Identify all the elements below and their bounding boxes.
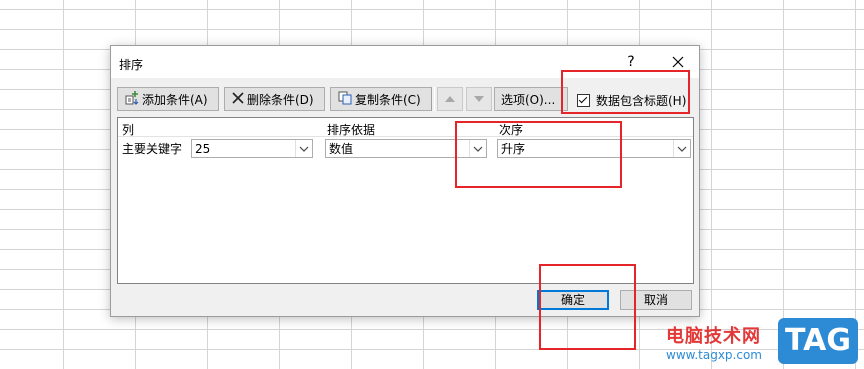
triangle-up-icon xyxy=(445,96,455,102)
header-divider xyxy=(118,136,693,137)
add-condition-icon xyxy=(124,90,140,109)
copy-condition-label: 复制条件(C) xyxy=(355,92,421,107)
cancel-button[interactable]: 取消 xyxy=(620,290,692,310)
sort-criteria-grid: 列 排序依据 次序 主要关键字 25 数值 升序 xyxy=(117,117,694,284)
options-label: 选项(O)... xyxy=(501,92,556,107)
delete-condition-button[interactable]: 删除条件(D) xyxy=(224,87,325,111)
triangle-down-icon xyxy=(474,96,484,102)
has-headers-option[interactable]: 数据包含标题(H) xyxy=(577,90,686,110)
order-select-dropdown[interactable] xyxy=(673,140,690,157)
chevron-down-icon xyxy=(677,146,687,152)
add-condition-label: 添加条件(A) xyxy=(142,92,208,107)
tag-logo: TAG xyxy=(778,318,858,364)
watermark-site-name: 电脑技术网 xyxy=(666,326,761,347)
has-headers-label: 数据包含标题(H) xyxy=(596,93,687,108)
ok-button[interactable]: 确定 xyxy=(537,290,609,310)
toolbar-separator xyxy=(431,87,435,111)
column-select-value: 25 xyxy=(195,142,211,156)
sort-on-select-value: 数值 xyxy=(329,142,354,156)
copy-icon xyxy=(337,90,353,109)
delete-icon xyxy=(231,91,245,108)
chevron-down-icon xyxy=(299,146,309,152)
delete-condition-label: 删除条件(D) xyxy=(247,92,314,107)
sort-on-select-dropdown[interactable] xyxy=(469,140,486,157)
close-icon xyxy=(672,56,684,68)
move-up-button[interactable] xyxy=(437,87,463,111)
watermark-url: www.tagxp.com xyxy=(666,348,762,362)
move-down-button[interactable] xyxy=(466,87,492,111)
help-button[interactable]: ? xyxy=(621,51,641,73)
has-headers-checkbox[interactable] xyxy=(577,93,590,107)
sort-on-select[interactable]: 数值 xyxy=(325,139,487,158)
order-select-value: 升序 xyxy=(501,142,526,156)
add-condition-button[interactable]: 添加条件(A) xyxy=(117,87,219,111)
copy-condition-button[interactable]: 复制条件(C) xyxy=(330,87,432,111)
title-bar: 排序 ? xyxy=(111,46,699,78)
options-button[interactable]: 选项(O)... xyxy=(494,87,568,111)
sort-dialog: 排序 ? 添加条件(A) 删除条件(D) 复制条件(C) 选项(O)... 数据… xyxy=(110,45,700,317)
close-button[interactable] xyxy=(667,51,689,73)
chevron-down-icon xyxy=(473,146,483,152)
dialog-title: 排序 xyxy=(119,58,144,72)
primary-key-label: 主要关键字 xyxy=(122,142,183,156)
order-select[interactable]: 升序 xyxy=(497,139,691,158)
column-select[interactable]: 25 xyxy=(191,139,313,158)
column-select-dropdown[interactable] xyxy=(295,140,312,157)
